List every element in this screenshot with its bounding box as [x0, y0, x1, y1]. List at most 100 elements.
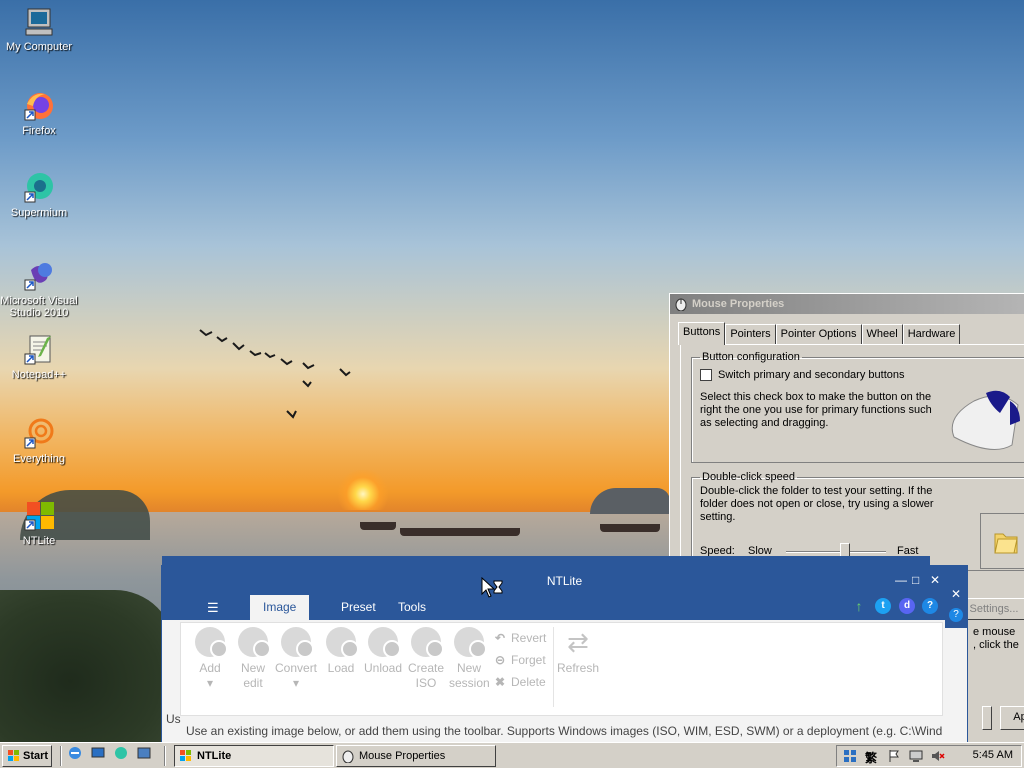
apply-button[interactable]: Ap [1000, 706, 1024, 730]
button-configuration-group: Button configuration Switch primary and … [691, 351, 1024, 463]
desktop-icon-everything[interactable]: Everything [0, 418, 78, 465]
quick-launch-icon[interactable] [137, 746, 151, 760]
tab-wheel[interactable]: Wheel [861, 324, 903, 344]
new-edit-icon [238, 627, 271, 658]
create-iso-button[interactable]: Create ISO [405, 627, 447, 691]
discord-icon[interactable]: d [899, 598, 915, 614]
group-legend: Double-click speed [702, 471, 795, 483]
mouse-icon [675, 298, 687, 311]
close-button[interactable]: ✕ [930, 573, 940, 587]
convert-button[interactable]: Convert ▾ [275, 627, 317, 691]
tab-tools[interactable]: Tools [385, 595, 439, 620]
create-iso-icon [411, 627, 444, 658]
desktop-icon-label: Firefox [22, 125, 56, 137]
taskbar-task-ntlite[interactable]: NTLite [174, 745, 334, 767]
system-tray: 繁 5:45 AM [836, 745, 1022, 767]
hamburger-menu-icon[interactable]: ☰ [207, 600, 219, 616]
new-session-button[interactable]: New session [448, 627, 490, 691]
computer-icon [23, 6, 55, 38]
visual-studio-icon [23, 260, 55, 292]
group-legend: Button configuration [702, 351, 800, 363]
island-right [590, 488, 670, 514]
refresh-icon: ⇄ [567, 627, 589, 657]
desktop-icon-label: Notepad++ [11, 369, 67, 381]
window-title: Mouse Properties [692, 298, 785, 310]
desktop-icon-label: Microsoft Visual Studio 2010 [0, 295, 78, 319]
ntlite-titlebar[interactable]: NTLite — □ ✕ ☰ Image Preset Tools ↑ t d … [162, 566, 967, 620]
desktop-icon-label: My Computer [5, 41, 73, 53]
desktop-icon-notepad-plus-plus[interactable]: Notepad++ [0, 334, 78, 381]
button-config-description: Select this check box to make the button… [700, 391, 932, 430]
desktop-icon-ntlite[interactable]: NTLite [0, 500, 78, 547]
desktop-icon-firefox[interactable]: Firefox [0, 90, 78, 137]
show-desktop-icon[interactable] [91, 746, 105, 760]
add-icon [195, 627, 228, 658]
desktop-icon-label: Everything [13, 453, 65, 465]
window-title: NTLite [546, 574, 583, 588]
tab-pointers[interactable]: Pointers [725, 324, 776, 344]
minimize-button[interactable]: — [895, 573, 907, 587]
clock[interactable]: 5:45 AM [973, 749, 1013, 761]
maximize-button[interactable]: □ [912, 573, 919, 587]
ntlite-ribbon: Add ▾ New edit Convert ▾ Load Unload Creat… [180, 622, 943, 716]
boat [600, 524, 660, 532]
mouse-properties-titlebar[interactable]: Mouse Properties [670, 294, 1024, 314]
delete-button[interactable]: ✖ Delete [493, 675, 546, 689]
forget-button[interactable]: ⊝ Forget [493, 653, 546, 667]
add-button[interactable]: Add ▾ [189, 627, 231, 691]
unload-icon [368, 627, 401, 658]
status-bar: Use an existing image below, or add them… [186, 724, 943, 738]
supermium-icon [23, 172, 55, 204]
ime-icon[interactable]: 繁 [865, 749, 879, 765]
partial-clicklock-text: e mouse , click the [973, 626, 1019, 651]
desktop-icon-visual-studio[interactable]: Microsoft Visual Studio 2010 [0, 260, 78, 319]
tab-buttons[interactable]: Buttons [678, 322, 726, 345]
ntlite-window[interactable]: NTLite — □ ✕ ☰ Image Preset Tools ↑ t d … [162, 566, 967, 742]
supermium-quick-icon[interactable] [114, 746, 128, 760]
taskbar: Start NTLite Mouse Properties 繁 5:45 AM [0, 742, 1024, 768]
update-arrow-icon[interactable]: ↑ [851, 598, 867, 614]
tab-hardware[interactable]: Hardware [902, 324, 961, 344]
settings-button[interactable]: Settings... [959, 598, 1024, 620]
tab-pointer-options[interactable]: Pointer Options [775, 324, 862, 344]
ribbon-divider [553, 627, 554, 707]
test-folder-area[interactable] [980, 513, 1024, 569]
display-icon[interactable] [909, 749, 923, 763]
start-button[interactable]: Start [2, 745, 52, 767]
help-icon[interactable]: ? [949, 608, 963, 622]
desktop-icon-my-computer[interactable]: My Computer [0, 6, 78, 53]
revert-button[interactable]: ↶ Revert [493, 631, 546, 645]
start-menu-tiles-icon[interactable] [843, 749, 857, 763]
tab-image[interactable]: Image [250, 595, 310, 620]
busy-cursor-icon [481, 577, 503, 598]
ntlite-side-panel: ✕ ? [945, 584, 967, 628]
flag-icon[interactable] [887, 749, 901, 763]
mouse-properties-tabs: Buttons Pointers Pointer Options Wheel H… [678, 322, 961, 345]
taskbar-separator [60, 746, 62, 766]
windows-logo-icon [8, 750, 19, 761]
convert-icon [281, 627, 314, 658]
load-button[interactable]: Load [320, 627, 362, 676]
desktop-icon-supermium[interactable]: Supermium [0, 172, 78, 219]
new-edit-button[interactable]: New edit [232, 627, 274, 691]
new-session-icon [454, 627, 487, 658]
unload-button[interactable]: Unload [362, 627, 404, 676]
cancel-button-partial[interactable] [982, 706, 992, 730]
volume-muted-icon[interactable] [931, 749, 945, 763]
taskbar-task-mouse-properties[interactable]: Mouse Properties [336, 745, 496, 767]
list-header-partial: Us [166, 712, 181, 726]
twitter-icon[interactable]: t [875, 598, 891, 614]
refresh-button[interactable]: ⇄ Refresh [557, 627, 599, 676]
revert-icon: ↶ [494, 631, 506, 645]
switch-buttons-checkbox[interactable] [700, 369, 712, 382]
birds [199, 329, 351, 419]
help-icon[interactable]: ? [922, 598, 938, 614]
ntlite-icon [180, 750, 191, 761]
internet-explorer-icon[interactable] [68, 746, 82, 760]
tab-preset[interactable]: Preset [328, 595, 389, 620]
double-click-description: Double-click the folder to test your set… [700, 485, 934, 523]
close-icon[interactable]: ✕ [945, 587, 967, 601]
switch-buttons-row[interactable]: Switch primary and secondary buttons [700, 369, 1022, 382]
speed-slider-track[interactable] [786, 551, 886, 553]
boat [400, 528, 520, 536]
